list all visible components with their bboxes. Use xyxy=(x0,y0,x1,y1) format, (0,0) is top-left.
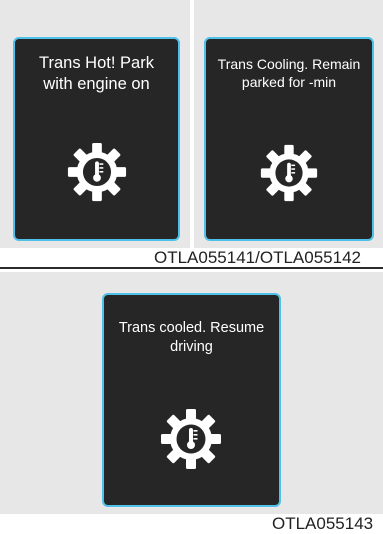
panel-message: Trans Hot! Park with engine on xyxy=(39,54,154,94)
panel-message: Trans cooled. Resume driving xyxy=(118,320,265,355)
panel-message: Trans Cooling. Remain parked for -min xyxy=(217,56,361,91)
figure-code-top: OTLA055141/OTLA055142 xyxy=(154,248,361,267)
warning-panel-trans-hot: Trans Hot! Park with engine on xyxy=(13,37,180,241)
transmission-temperature-icon xyxy=(67,142,127,202)
transmission-temperature-icon xyxy=(260,144,318,202)
figure-code-bottom: OTLA055143 xyxy=(272,514,374,533)
warning-panel-trans-cooled: Trans cooled. Resume driving xyxy=(102,293,281,507)
transmission-temperature-icon xyxy=(161,409,221,469)
warning-panel-trans-cooling: Trans Cooling. Remain parked for -min xyxy=(204,37,374,241)
